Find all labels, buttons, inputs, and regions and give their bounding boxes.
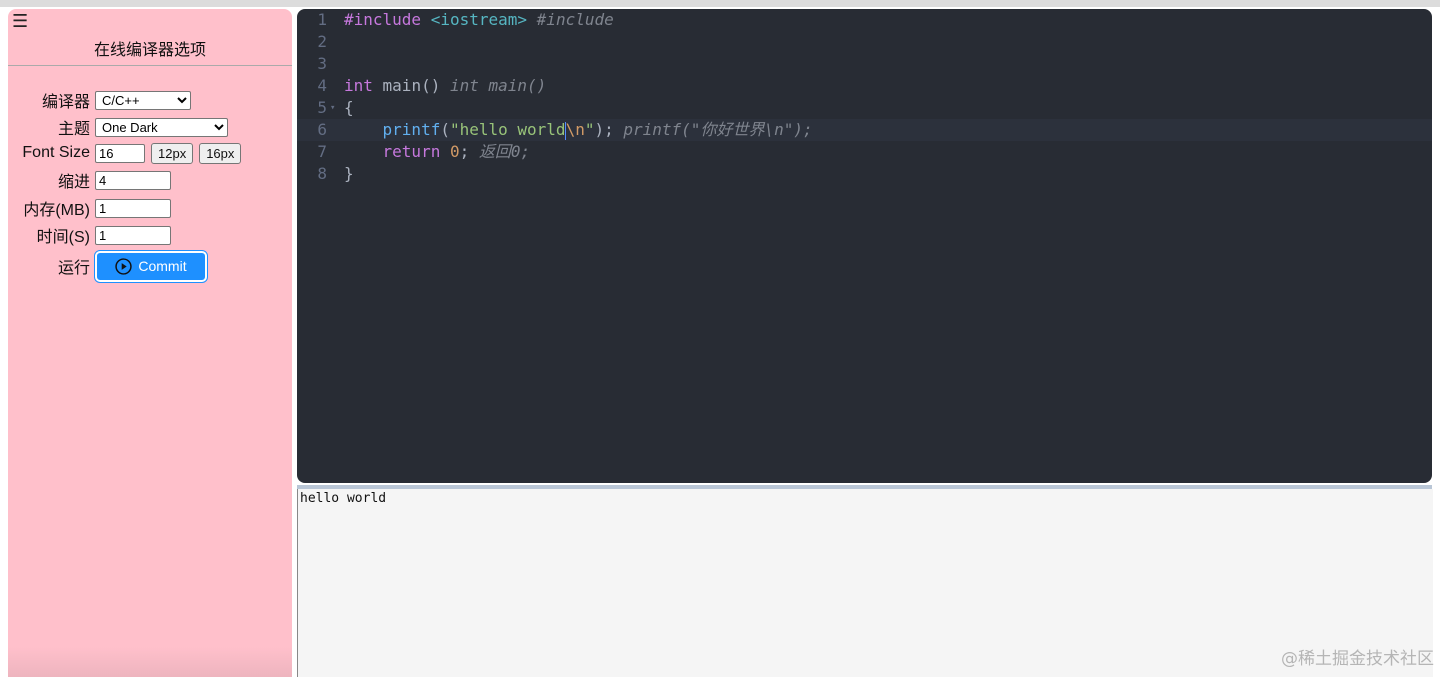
compiler-label: 编译器 xyxy=(41,94,90,111)
indent-input[interactable] xyxy=(95,170,171,190)
line-number: 2 xyxy=(317,32,327,51)
fold-arrow-icon[interactable]: ▾ xyxy=(330,97,335,119)
watermark: @稀土掘金技术社区 xyxy=(1281,649,1434,669)
code-comment: 返回0; xyxy=(478,142,531,161)
time-row: 时间(S) xyxy=(8,223,171,247)
line-number: 6 xyxy=(317,120,327,139)
code-comment: #include xyxy=(536,10,614,29)
code-token: ( xyxy=(440,120,450,139)
menu-icon[interactable]: ☰ xyxy=(12,11,28,32)
code-token: \n xyxy=(565,120,585,139)
options-sidebar: ☰ 在线编译器选项 编译器 C/C++ 主题 One Dark Font Siz… xyxy=(8,9,292,677)
code-line: 5 ▾ { xyxy=(297,97,1432,119)
output-panel: hello world xyxy=(297,489,1433,677)
sidebar-title: 在线编译器选项 xyxy=(93,42,206,59)
time-input[interactable] xyxy=(95,225,171,245)
code-comment: printf("你好世界\n"); xyxy=(623,120,813,139)
font-size-row: Font Size 12px 16px xyxy=(8,141,242,165)
commit-button[interactable]: Commit xyxy=(95,250,207,282)
code-line: 4 int main() int main() xyxy=(297,75,1432,97)
code-token: { xyxy=(344,98,354,117)
theme-select[interactable]: One Dark xyxy=(95,117,228,137)
divider xyxy=(8,65,292,66)
line-number: 8 xyxy=(317,164,327,183)
code-token: int xyxy=(344,76,373,95)
code-comment: int main() xyxy=(449,76,547,95)
code-line: 7 return 0; 返回0; xyxy=(297,141,1432,163)
code-line: 3 xyxy=(297,53,1432,75)
memory-row: 内存(MB) xyxy=(8,196,171,220)
code-editor[interactable]: 1 #include <iostream> #include 2 3 4 int… xyxy=(297,9,1432,483)
compiler-select[interactable]: C/C++ xyxy=(95,90,191,110)
code-token: } xyxy=(344,164,354,183)
play-circle-icon xyxy=(115,257,133,275)
run-row: 运行 Commit xyxy=(8,249,207,283)
code-token: printf xyxy=(382,120,441,139)
window-top-strip xyxy=(0,0,1440,7)
theme-row: 主题 One Dark xyxy=(8,115,228,139)
code-token: "hello world xyxy=(449,120,566,139)
line-number: 5 xyxy=(317,98,327,117)
code-token: ; xyxy=(459,142,470,161)
code-token: <iostream> xyxy=(430,10,528,29)
code-line-active: 6 printf("hello world\n"); printf("你好世界\… xyxy=(297,119,1432,141)
time-label: 时间(S) xyxy=(36,229,90,246)
code-line: 2 xyxy=(297,31,1432,53)
indent-label: 缩进 xyxy=(57,174,90,191)
indent-row: 缩进 xyxy=(8,168,171,192)
code-token: #include xyxy=(344,10,422,29)
compiler-row: 编译器 C/C++ xyxy=(8,88,191,112)
code-token: 0 xyxy=(449,142,460,161)
commit-label: Commit xyxy=(138,258,187,274)
font-12px-button[interactable]: 12px xyxy=(151,142,194,164)
memory-input[interactable] xyxy=(95,198,171,218)
memory-label: 内存(MB) xyxy=(23,202,90,219)
code-token: main() xyxy=(372,76,441,95)
code-token: return xyxy=(382,142,441,161)
code-line: 8 } xyxy=(297,163,1432,185)
theme-label: 主题 xyxy=(57,121,90,138)
output-text: hello world xyxy=(300,491,387,506)
code-line: 1 #include <iostream> #include xyxy=(297,9,1432,31)
font-16px-button[interactable]: 16px xyxy=(199,142,242,164)
line-number: 4 xyxy=(317,76,327,95)
line-number: 7 xyxy=(317,142,327,161)
line-number: 3 xyxy=(317,54,327,73)
font-size-label: Font Size xyxy=(22,144,90,161)
run-label: 运行 xyxy=(57,260,90,277)
font-size-input[interactable] xyxy=(95,143,145,163)
code-token: ); xyxy=(594,120,614,139)
line-number: 1 xyxy=(317,10,327,29)
